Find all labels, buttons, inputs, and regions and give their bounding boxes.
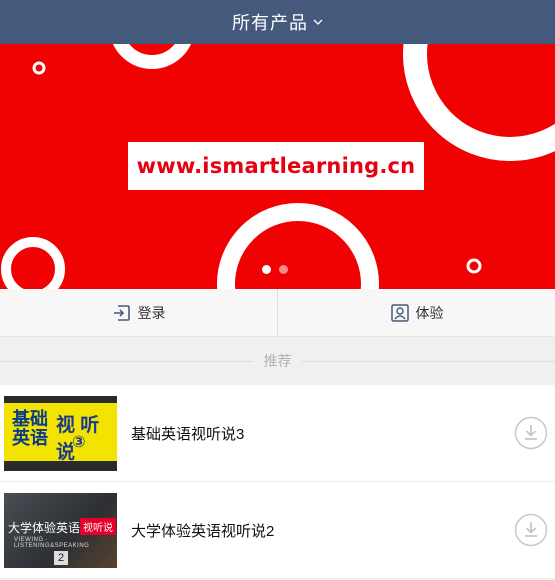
recommend-section-header: 推荐 [0, 337, 555, 385]
user-profile-icon [390, 303, 409, 322]
list-item[interactable]: 基础 英语 视 听说 ③ 基础英语视听说3 [0, 385, 555, 482]
course-list: 基础 英语 视 听说 ③ 基础英语视听说3 大学体验英语 视听说 VIEWING… [0, 385, 555, 579]
banner-url-box: www.ismartlearning.cn [128, 142, 424, 190]
course-thumbnail: 大学体验英语 视听说 VIEWING · LISTENING&SPEAKING … [4, 492, 117, 568]
download-icon[interactable] [514, 416, 548, 450]
thumb-text: 基础 英语 [12, 408, 48, 448]
section-label: 推荐 [263, 353, 292, 369]
course-title: 大学体验英语视听说2 [131, 522, 275, 540]
carousel-dots [262, 265, 288, 274]
download-icon[interactable] [514, 513, 548, 547]
app-header: 所有产品 [0, 0, 555, 44]
banner-url-text: www.ismartlearning.cn [136, 154, 416, 178]
thumb-tag: 视听说 [80, 517, 116, 535]
divider-line [301, 360, 555, 362]
thumb-text: 视 听说 [56, 414, 100, 463]
chevron-down-icon[interactable] [313, 19, 323, 25]
divider-line [0, 360, 254, 362]
action-bar: 登录 体验 [0, 289, 555, 337]
trial-button[interactable]: 体验 [277, 289, 555, 336]
course-thumbnail: 基础 英语 视 听说 ③ [4, 395, 117, 471]
list-item[interactable]: 大学体验英语 视听说 VIEWING · LISTENING&SPEAKING … [0, 482, 555, 579]
promo-banner[interactable]: www.ismartlearning.cn [0, 44, 555, 289]
login-icon [113, 304, 130, 321]
thumb-number: 2 [54, 550, 68, 565]
course-title: 基础英语视听说3 [131, 425, 245, 443]
carousel-dot-1[interactable] [262, 265, 271, 274]
trial-label: 体验 [415, 304, 444, 321]
login-label: 登录 [137, 304, 166, 321]
header-title[interactable]: 所有产品 [232, 9, 308, 35]
login-button[interactable]: 登录 [0, 289, 277, 336]
thumb-text: ③ [72, 433, 86, 451]
thumb-text: VIEWING · LISTENING&SPEAKING [14, 536, 90, 549]
thumb-text: 大学体验英语 [8, 520, 81, 535]
carousel-dot-2[interactable] [279, 265, 288, 274]
